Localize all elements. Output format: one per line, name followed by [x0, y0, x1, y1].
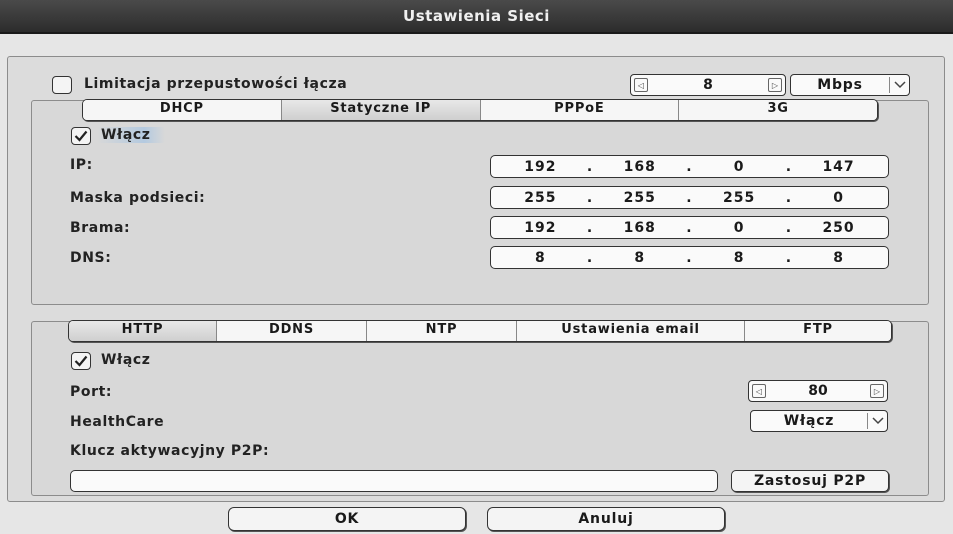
- dns-octet: 8: [833, 249, 844, 266]
- dns-octet: 8: [534, 249, 546, 266]
- mask-separator: .: [785, 189, 793, 206]
- ok-button[interactable]: OK: [228, 507, 466, 531]
- healthcare-label: HealthCare: [70, 414, 165, 430]
- gateway-separator: .: [586, 219, 594, 236]
- network-tabbar: DHCP Statyczne IP PPPoE 3G: [82, 99, 878, 121]
- ip-address-field[interactable]: 192 . 168 . 0 . 147: [490, 155, 889, 178]
- http-enable-checkbox[interactable]: [71, 352, 91, 370]
- arrow-left-icon[interactable]: ◁: [634, 78, 648, 92]
- tab-3g[interactable]: 3G: [679, 100, 877, 120]
- arrow-left-icon[interactable]: ◁: [752, 384, 766, 398]
- port-label: Port:: [70, 384, 113, 400]
- ip-octet: 0: [733, 158, 745, 175]
- gateway-field[interactable]: 192 . 168 . 0 . 250: [490, 216, 889, 239]
- port-stepper[interactable]: ◁ 80 ▷: [748, 380, 888, 402]
- tab-static-ip[interactable]: Statyczne IP: [281, 100, 481, 120]
- arrow-right-icon[interactable]: ▷: [870, 384, 884, 398]
- tab-ddns[interactable]: DDNS: [217, 321, 367, 341]
- port-value: 80: [808, 383, 828, 399]
- ip-label: IP:: [70, 157, 93, 173]
- subnet-mask-label: Maska podsieci:: [70, 190, 206, 206]
- bandwidth-stepper[interactable]: ◁ 8 ▷: [630, 74, 786, 96]
- ip-octet: 147: [822, 158, 855, 175]
- bandwidth-limit-label: Limitacja przepustowości łącza: [84, 76, 348, 92]
- bandwidth-limit-checkbox[interactable]: [52, 76, 72, 94]
- network-enable-label-wrap: Włącz: [97, 127, 165, 143]
- bandwidth-unit-select[interactable]: Mbps: [790, 74, 910, 96]
- gateway-label: Brama:: [70, 220, 131, 236]
- ip-separator: .: [785, 158, 793, 175]
- network-enable-label: Włącz: [97, 127, 165, 143]
- tab-pppoe[interactable]: PPPoE: [480, 100, 680, 120]
- gateway-octet: 168: [623, 219, 656, 236]
- dns-label: DNS:: [70, 250, 112, 266]
- tab-email-settings[interactable]: Ustawienia email: [517, 321, 745, 341]
- apply-p2p-button[interactable]: Zastosuj P2P: [731, 470, 889, 492]
- dns-octet: 8: [634, 249, 646, 266]
- gateway-octet: 250: [822, 219, 855, 236]
- tab-ftp[interactable]: FTP: [745, 321, 891, 341]
- ip-octet: 168: [623, 158, 656, 175]
- tab-ntp[interactable]: NTP: [367, 321, 517, 341]
- arrow-right-icon[interactable]: ▷: [768, 78, 782, 92]
- dns-separator: .: [686, 249, 693, 266]
- http-enable-label: Włącz: [101, 352, 151, 368]
- checkmark-icon: [74, 130, 88, 142]
- checkmark-icon: [74, 355, 88, 367]
- gateway-separator: .: [686, 219, 693, 236]
- ip-separator: .: [686, 158, 693, 175]
- p2p-key-input[interactable]: [70, 470, 718, 492]
- chevron-down-icon: [889, 77, 909, 93]
- tab-dhcp[interactable]: DHCP: [83, 100, 282, 120]
- mask-octet: 255: [723, 189, 756, 206]
- p2p-key-label: Klucz aktywacyjny P2P:: [70, 443, 270, 459]
- gateway-octet: 0: [733, 219, 745, 236]
- dns-octet: 8: [733, 249, 745, 266]
- subnet-mask-field[interactable]: 255 . 255 . 255 . 0: [490, 186, 889, 209]
- network-enable-checkbox[interactable]: [71, 127, 91, 145]
- chevron-down-icon: [867, 413, 887, 429]
- mask-separator: .: [586, 189, 594, 206]
- bandwidth-value: 8: [703, 77, 713, 93]
- dns-field[interactable]: 8 . 8 . 8 . 8: [490, 246, 889, 269]
- mask-octet: 255: [524, 189, 557, 206]
- gateway-octet: 192: [524, 219, 557, 236]
- cancel-button[interactable]: Anuluj: [487, 507, 725, 531]
- ip-octet: 192: [524, 158, 557, 175]
- mask-octet: 255: [623, 189, 656, 206]
- dns-separator: .: [785, 249, 793, 266]
- window-title: Ustawienia Sieci: [0, 0, 953, 34]
- mask-octet: 0: [833, 189, 844, 206]
- healthcare-value: Włącz: [783, 413, 835, 429]
- ip-separator: .: [586, 158, 594, 175]
- gateway-separator: .: [785, 219, 793, 236]
- healthcare-select[interactable]: Włącz: [750, 410, 888, 432]
- tab-http[interactable]: HTTP: [69, 321, 217, 341]
- mask-separator: .: [686, 189, 693, 206]
- bandwidth-unit-value: Mbps: [817, 77, 863, 93]
- dns-separator: .: [586, 249, 594, 266]
- services-tabbar: HTTP DDNS NTP Ustawienia email FTP: [68, 320, 892, 342]
